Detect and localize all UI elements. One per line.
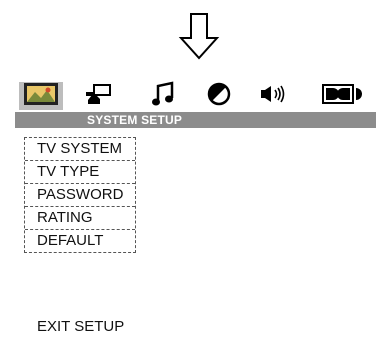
setup-tab-bar [15,80,376,114]
music-note-icon [151,80,175,112]
menu-item-default[interactable]: DEFAULT [25,229,135,252]
tab-system[interactable] [19,82,63,110]
menu-item-tv-type[interactable]: TV TYPE [25,160,135,183]
contrast-icon [207,82,231,111]
dolby-icon [322,83,364,110]
menu-item-password[interactable]: PASSWORD [25,183,135,206]
menu-item-rating[interactable]: RATING [25,206,135,229]
tab-audio[interactable] [79,82,119,110]
tab-dolby[interactable] [319,82,367,110]
menu-item-tv-system[interactable]: TV SYSTEM [25,138,135,160]
exit-setup-button[interactable]: EXIT SETUP [37,318,124,335]
speaker-audio-icon [84,82,114,111]
title-bar: SYSTEM SETUP [15,112,376,128]
tab-speaker[interactable] [255,82,295,110]
page-title: SYSTEM SETUP [87,113,183,127]
setup-menu: TV SYSTEM TV TYPE PASSWORD RATING DEFAUL… [24,137,136,253]
tab-music[interactable] [145,80,181,112]
tab-video[interactable] [201,82,237,110]
sound-wave-icon [259,84,291,109]
tv-screen-icon [23,82,59,111]
down-arrow-icon [177,12,221,60]
